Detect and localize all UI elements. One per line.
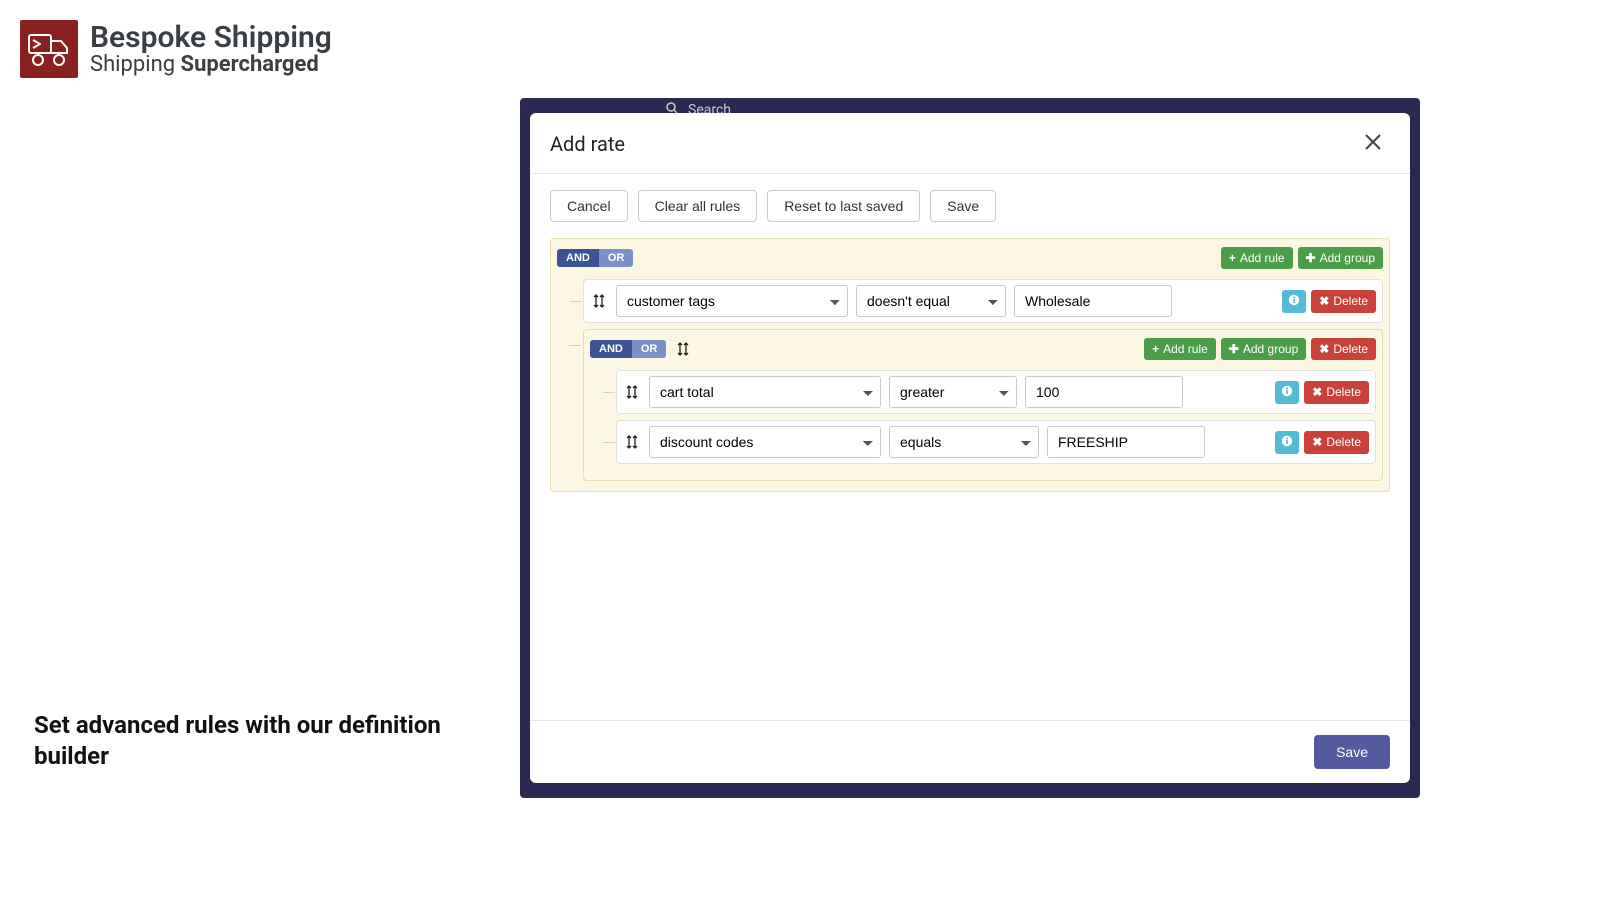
rule-info-button[interactable] (1275, 431, 1299, 454)
save-button[interactable]: Save (930, 190, 996, 222)
delete-group-button-nested[interactable]: ✖ Delete (1311, 338, 1376, 360)
brand-logo-icon (20, 20, 78, 78)
group-drag-handle-icon[interactable] (672, 338, 694, 360)
cancel-button[interactable]: Cancel (550, 190, 628, 222)
rule-actions: ✖ Delete (1275, 381, 1369, 404)
add-group-button[interactable]: ✚ Add group (1298, 247, 1383, 269)
rule-delete-button[interactable]: ✖ Delete (1304, 431, 1369, 454)
rule-value-input[interactable] (1025, 376, 1183, 408)
nested-rules-list: cart total greater (590, 370, 1376, 464)
rules-list: customer tags doesn't equal (557, 279, 1383, 481)
rule-info-button[interactable] (1282, 290, 1306, 313)
plus-icon: + (1229, 252, 1236, 264)
x-icon: ✖ (1319, 295, 1329, 307)
brand-header: Bespoke Shipping Shipping Supercharged (20, 20, 332, 78)
rule-operator-select[interactable]: greater (889, 376, 1017, 408)
rule-value-input[interactable] (1047, 426, 1205, 458)
rule-row: discount codes equals (616, 420, 1376, 464)
drag-handle-icon[interactable] (623, 433, 641, 451)
nested-group-box: AND OR + Add rule (583, 329, 1383, 481)
rule-field-select[interactable]: discount codes (649, 426, 881, 458)
x-icon: ✖ (1319, 343, 1329, 355)
condition-or-nested[interactable]: OR (632, 340, 667, 358)
condition-or[interactable]: OR (599, 249, 634, 267)
modal-toolbar: Cancel Clear all rules Reset to last sav… (550, 190, 1390, 222)
plus-circle-icon: ✚ (1306, 252, 1316, 264)
condition-toggle: AND OR (557, 249, 633, 267)
info-icon (1281, 385, 1293, 400)
nested-group-actions: + Add rule ✚ Add group ✖ Delete (1144, 338, 1376, 360)
rule-field-select[interactable]: cart total (649, 376, 881, 408)
rule-group-outer: AND OR + Add rule ✚ Add group (550, 238, 1390, 492)
brand-subtitle: Shipping Supercharged (90, 53, 332, 76)
add-rule-button[interactable]: + Add rule (1221, 247, 1293, 269)
brand-text: Bespoke Shipping Shipping Supercharged (90, 22, 332, 77)
close-icon (1364, 131, 1382, 156)
rule-delete-button[interactable]: ✖ Delete (1304, 381, 1369, 404)
x-icon: ✖ (1312, 386, 1322, 398)
drag-handle-icon[interactable] (590, 292, 608, 310)
plus-circle-icon: ✚ (1229, 343, 1239, 355)
rule-actions: ✖ Delete (1275, 431, 1369, 454)
clear-rules-button[interactable]: Clear all rules (638, 190, 758, 222)
brand-title: Bespoke Shipping (90, 22, 332, 54)
rule-field-select[interactable]: customer tags (616, 285, 848, 317)
group-actions: + Add rule ✚ Add group (1221, 247, 1383, 269)
nested-group-header: AND OR + Add rule (590, 336, 1376, 364)
condition-and-nested[interactable]: AND (590, 340, 632, 358)
rule-delete-button[interactable]: ✖ Delete (1311, 290, 1376, 313)
modal-footer: Save (530, 720, 1410, 783)
plus-icon: + (1152, 343, 1159, 355)
rule-actions: ✖ Delete (1282, 290, 1376, 313)
modal-body: Cancel Clear all rules Reset to last sav… (530, 174, 1410, 720)
rule-group-nested: AND OR + Add rule (583, 329, 1383, 481)
add-group-button-nested[interactable]: ✚ Add group (1221, 338, 1306, 360)
footer-save-button[interactable]: Save (1314, 735, 1390, 769)
close-button[interactable] (1356, 129, 1390, 159)
add-rate-modal: Add rate Cancel Clear all rules Reset to… (530, 113, 1410, 783)
caption-text: Set advanced rules with our definition b… (34, 710, 454, 772)
reset-button[interactable]: Reset to last saved (767, 190, 920, 222)
condition-toggle-nested: AND OR (590, 340, 666, 358)
info-icon (1288, 294, 1300, 309)
add-rule-button-nested[interactable]: + Add rule (1144, 338, 1216, 360)
rule-value-input[interactable] (1014, 285, 1172, 317)
rule-operator-select[interactable]: equals (889, 426, 1039, 458)
x-icon: ✖ (1312, 436, 1322, 448)
rule-info-button[interactable] (1275, 381, 1299, 404)
modal-header: Add rate (530, 113, 1410, 174)
condition-and[interactable]: AND (557, 249, 599, 267)
group-header: AND OR + Add rule ✚ Add group (557, 245, 1383, 273)
drag-handle-icon[interactable] (623, 383, 641, 401)
rule-row: cart total greater (616, 370, 1376, 414)
modal-title: Add rate (550, 132, 625, 156)
rule-row: customer tags doesn't equal (583, 279, 1383, 323)
rule-operator-select[interactable]: doesn't equal (856, 285, 1006, 317)
info-icon (1281, 435, 1293, 450)
